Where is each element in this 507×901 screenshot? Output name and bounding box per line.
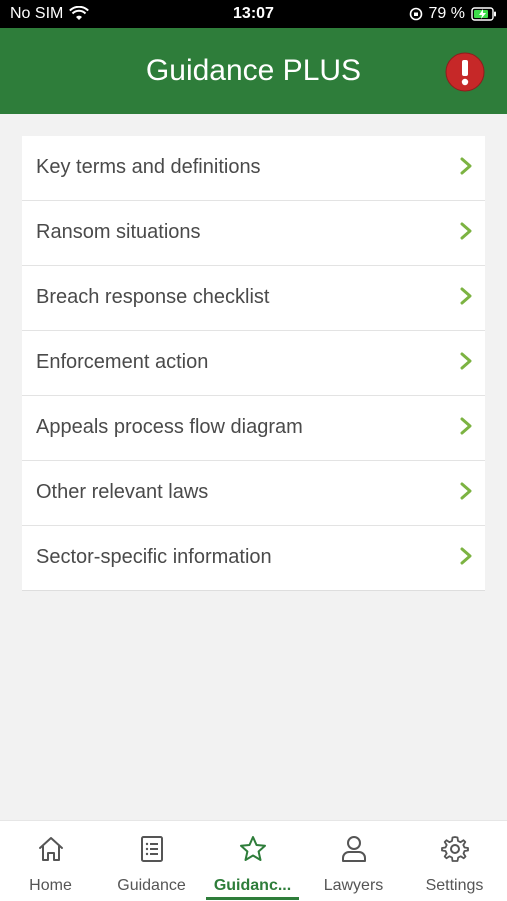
- orientation-lock-icon: [409, 7, 422, 21]
- list-item-label: Breach response checklist: [36, 286, 270, 308]
- status-right: 79 %: [409, 5, 497, 23]
- app-header: Guidance PLUS: [0, 28, 507, 114]
- chevron-right-icon: [460, 417, 472, 435]
- status-bar: No SIM 13:07 79 %: [0, 0, 507, 28]
- list-item-enforcement-action[interactable]: Enforcement action: [22, 331, 485, 396]
- home-icon: [39, 837, 63, 861]
- tab-label: Guidance: [117, 877, 186, 894]
- chevron-right-icon: [460, 482, 472, 500]
- tab-label: Guidanc...: [213, 877, 292, 894]
- person-icon: [342, 836, 366, 862]
- tab-guidance[interactable]: Guidance: [101, 821, 202, 901]
- list-item-sector-specific[interactable]: Sector-specific information: [22, 526, 485, 591]
- tab-settings[interactable]: Settings: [404, 821, 505, 901]
- tab-lawyers[interactable]: Lawyers: [303, 821, 404, 901]
- list-item-ransom-situations[interactable]: Ransom situations: [22, 201, 485, 266]
- gear-icon: [441, 836, 469, 862]
- battery-percent: 79 %: [428, 5, 465, 22]
- star-icon: [240, 836, 266, 861]
- chevron-right-icon: [460, 222, 472, 240]
- exclamation-circle-icon[interactable]: [445, 52, 485, 92]
- guidance-plus-list: Key terms and definitions Ransom situati…: [22, 136, 485, 591]
- tab-home[interactable]: Home: [0, 821, 101, 901]
- bottom-tab-bar: Home Guidance Guidanc... Lawyers Setting…: [0, 820, 507, 901]
- tab-label: Settings: [425, 877, 484, 894]
- list-item-label: Appeals process flow diagram: [36, 416, 303, 438]
- list-item-other-laws[interactable]: Other relevant laws: [22, 461, 485, 526]
- list-item-key-terms[interactable]: Key terms and definitions: [22, 136, 485, 201]
- battery-charging-icon: [471, 7, 496, 21]
- page-title: Guidance PLUS: [145, 54, 362, 87]
- tab-label: Lawyers: [323, 877, 384, 894]
- list-item-label: Enforcement action: [36, 351, 209, 373]
- chevron-right-icon: [460, 157, 472, 175]
- list-item-appeals-diagram[interactable]: Appeals process flow diagram: [22, 396, 485, 461]
- chevron-right-icon: [460, 547, 472, 565]
- list-item-label: Ransom situations: [36, 221, 201, 243]
- list-item-breach-checklist[interactable]: Breach response checklist: [22, 266, 485, 331]
- chevron-right-icon: [460, 287, 472, 305]
- list-item-label: Other relevant laws: [36, 481, 209, 503]
- list-item-label: Sector-specific information: [36, 546, 272, 568]
- list-document-icon: [141, 836, 163, 862]
- list-item-label: Key terms and definitions: [36, 156, 261, 178]
- tab-label: Home: [29, 877, 72, 894]
- tab-guidance-plus[interactable]: Guidanc...: [202, 821, 303, 901]
- chevron-right-icon: [460, 352, 472, 370]
